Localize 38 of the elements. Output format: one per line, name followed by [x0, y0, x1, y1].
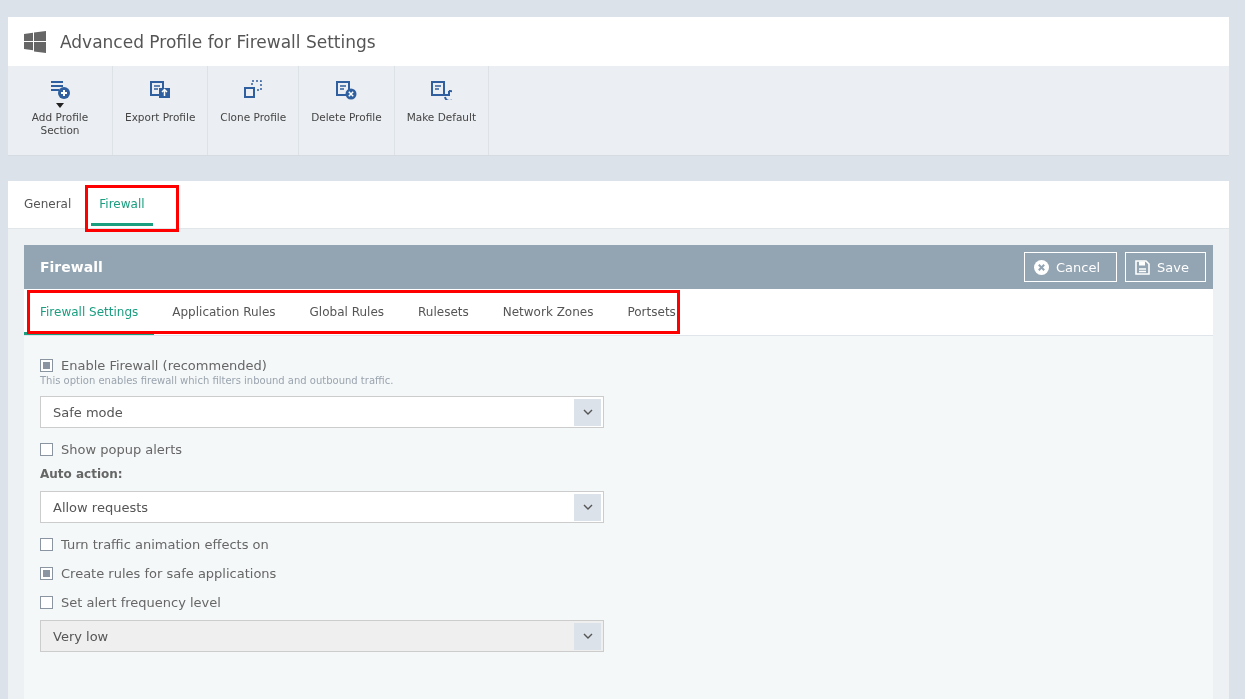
tab[interactable]: General	[12, 181, 84, 226]
panel-title: Firewall	[40, 259, 104, 275]
checkbox[interactable]	[40, 359, 53, 372]
dropdown-field[interactable]: Allow requests	[40, 491, 604, 523]
document-upload-icon	[149, 78, 172, 100]
checkbox[interactable]	[40, 538, 53, 551]
page-title: Advanced Profile for Firewall Settings	[60, 31, 376, 52]
sub-tab[interactable]: Portsets	[615, 289, 688, 335]
document-refresh-icon	[430, 78, 453, 100]
checkbox-label: Turn traffic animation effects on	[61, 537, 269, 552]
toolbar-button[interactable]: Add Profile Section	[8, 66, 113, 155]
toolbar-button[interactable]: Delete Profile	[299, 66, 395, 155]
checkbox-label: Show popup alerts	[61, 442, 183, 457]
sub-tab[interactable]: Application Rules	[160, 289, 288, 335]
toolbar-button[interactable]: Clone Profile	[208, 66, 300, 155]
chevron-down-icon	[582, 409, 593, 415]
window-panes-icon	[24, 30, 46, 53]
dropdown-field[interactable]: Safe mode	[40, 396, 604, 428]
checkbox[interactable]	[40, 567, 53, 580]
checkbox[interactable]	[40, 443, 53, 456]
sub-tab[interactable]: Network Zones	[490, 289, 606, 335]
checkbox-label: Enable Firewall (recommended)	[61, 358, 267, 373]
document-delete-icon	[335, 78, 358, 100]
list-plus-icon	[49, 78, 71, 100]
toolbar-button[interactable]: Make Default	[394, 66, 489, 155]
hint-text: This option enables firewall which filters inbound and outbound traffic.	[40, 375, 395, 386]
close-icon	[1034, 259, 1050, 275]
clone-squares-icon	[242, 78, 265, 100]
checkbox[interactable]	[40, 596, 53, 609]
chevron-down-icon	[582, 504, 593, 510]
caret-icon	[56, 103, 64, 108]
field-label: Auto action:	[40, 467, 124, 481]
checkbox-label: Set alert frequency level	[61, 595, 221, 610]
chevron-down-icon	[582, 633, 593, 639]
checkbox-label: Create rules for safe applications	[61, 566, 277, 581]
toolbar-button[interactable]: Export Profile	[113, 66, 209, 155]
sub-tab[interactable]: Rulesets	[406, 289, 481, 335]
sub-tab[interactable]: Global Rules	[297, 289, 396, 335]
